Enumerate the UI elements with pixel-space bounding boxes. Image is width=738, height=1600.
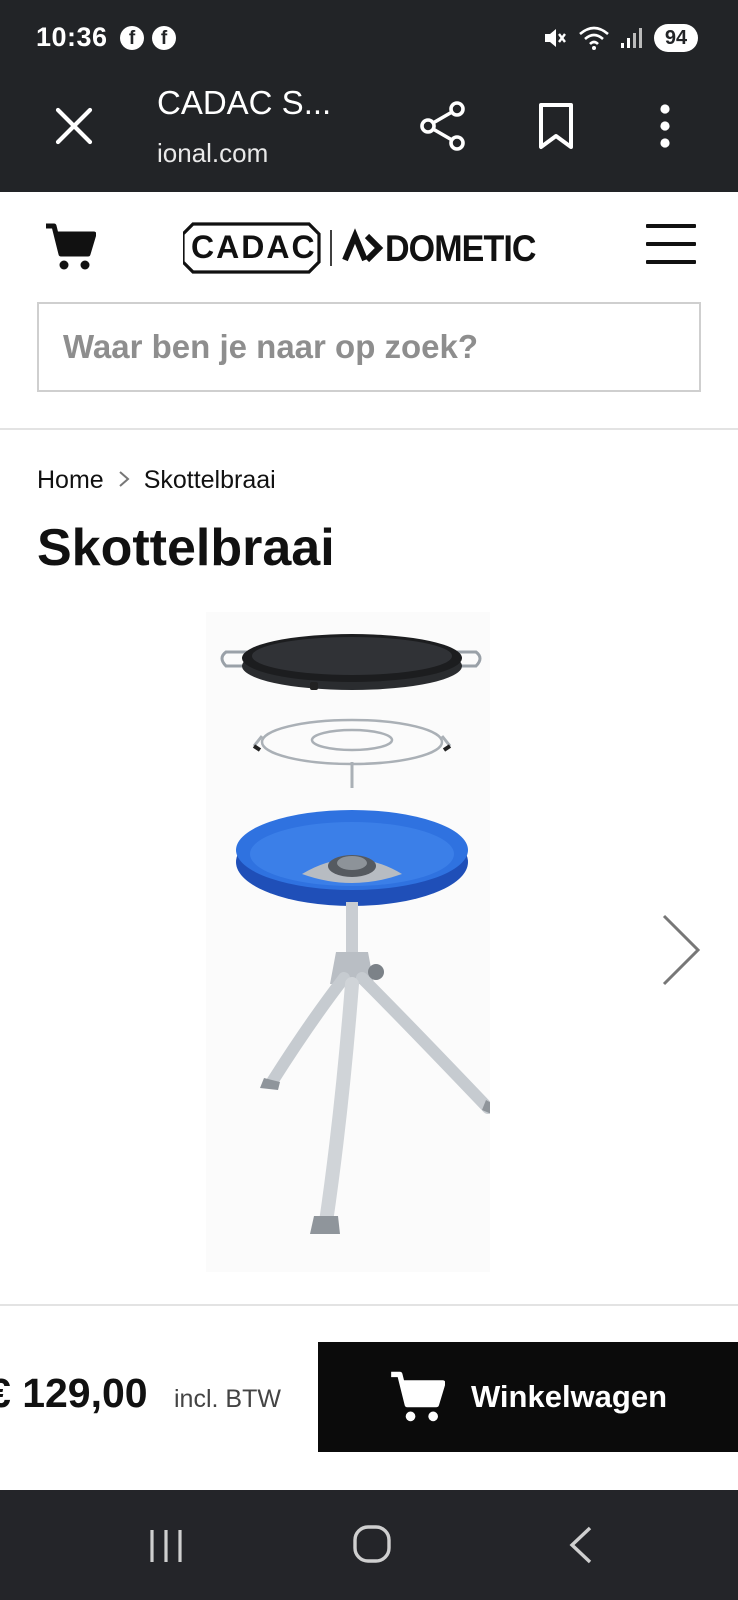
share-icon[interactable] xyxy=(418,100,468,152)
product-image[interactable] xyxy=(206,612,500,1272)
search-input[interactable] xyxy=(39,304,699,390)
home-icon[interactable] xyxy=(352,1524,392,1564)
breadcrumb: Home Skottelbraai xyxy=(37,466,276,495)
recent-apps-icon[interactable] xyxy=(146,1526,186,1566)
close-icon[interactable] xyxy=(52,104,96,148)
dometic-wordmark: DOMETIC xyxy=(385,228,536,269)
vat-note: incl. BTW xyxy=(174,1385,281,1413)
search-box[interactable] xyxy=(37,302,701,392)
back-icon[interactable] xyxy=(566,1524,594,1566)
chevron-right-icon xyxy=(118,467,130,495)
product-price: € 129,00 xyxy=(0,1370,148,1416)
battery-icon: 94 xyxy=(654,24,698,52)
facebook-icon: f xyxy=(152,26,176,50)
signal-icon xyxy=(621,28,642,48)
status-time: 10:36 xyxy=(36,22,108,52)
brand-logo[interactable]: CADAC DOMETIC xyxy=(183,220,555,276)
add-to-cart-button[interactable]: Winkelwagen xyxy=(318,1342,738,1452)
cart-icon xyxy=(391,1371,445,1422)
status-bar: 10:36 f f 94 xyxy=(0,0,738,76)
page-tab-title[interactable]: CADAC S... xyxy=(157,84,331,122)
menu-icon[interactable] xyxy=(646,224,696,266)
cart-icon[interactable] xyxy=(44,222,96,272)
url-host[interactable]: ional.com xyxy=(157,138,268,169)
more-vert-icon[interactable] xyxy=(648,102,682,150)
bookmark-icon[interactable] xyxy=(536,102,576,150)
cadac-wordmark: CADAC xyxy=(191,229,317,265)
add-to-cart-label: Winkelwagen xyxy=(470,1379,668,1414)
page-title: Skottelbraai xyxy=(37,519,335,577)
header-divider xyxy=(0,428,738,430)
chevron-right-icon[interactable] xyxy=(658,912,704,988)
facebook-icon: f xyxy=(120,26,144,50)
mute-icon xyxy=(545,29,566,47)
breadcrumb-current[interactable]: Skottelbraai xyxy=(144,466,276,495)
section-divider xyxy=(0,1304,738,1306)
skottelbraai-illustration xyxy=(220,634,500,1234)
status-icons: 94 xyxy=(542,22,698,54)
wifi-icon xyxy=(579,26,609,50)
browser-chrome: 10:36 f f 94 CADAC S... ional.com xyxy=(0,0,738,192)
breadcrumb-home[interactable]: Home xyxy=(37,466,104,495)
